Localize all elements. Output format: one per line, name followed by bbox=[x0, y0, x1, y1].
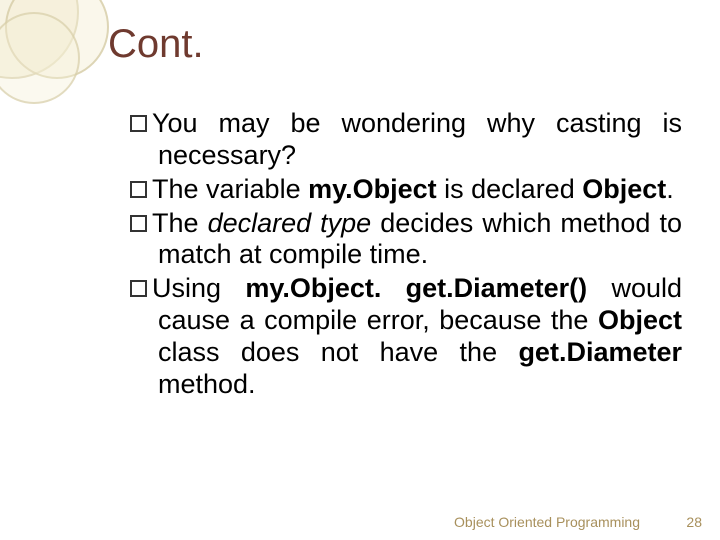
bullet-text: Using my.Object. get.Diameter() would ca… bbox=[152, 273, 682, 399]
bullet-item: The declared type decides which method t… bbox=[130, 208, 682, 272]
bullet-item: The variable my.Object is declared Objec… bbox=[130, 174, 682, 206]
slide-title: Cont. bbox=[108, 22, 204, 67]
bullet-item: You may be wondering why casting is nece… bbox=[130, 108, 682, 172]
bullet-item: Using my.Object. get.Diameter() would ca… bbox=[130, 273, 682, 400]
checkbox-icon bbox=[130, 181, 147, 198]
slide: Cont. You may be wondering why casting i… bbox=[0, 0, 720, 540]
slide-body: You may be wondering why casting is nece… bbox=[130, 108, 682, 403]
checkbox-icon bbox=[130, 115, 147, 132]
bullet-text: The declared type decides which method t… bbox=[152, 208, 682, 270]
bullet-text: The variable my.Object is declared Objec… bbox=[152, 174, 674, 204]
footer-text: Object Oriented Programming bbox=[454, 514, 640, 530]
checkbox-icon bbox=[130, 280, 147, 297]
checkbox-icon bbox=[130, 215, 147, 232]
bullet-text: You may be wondering why casting is nece… bbox=[152, 108, 682, 170]
page-number: 28 bbox=[686, 514, 702, 530]
